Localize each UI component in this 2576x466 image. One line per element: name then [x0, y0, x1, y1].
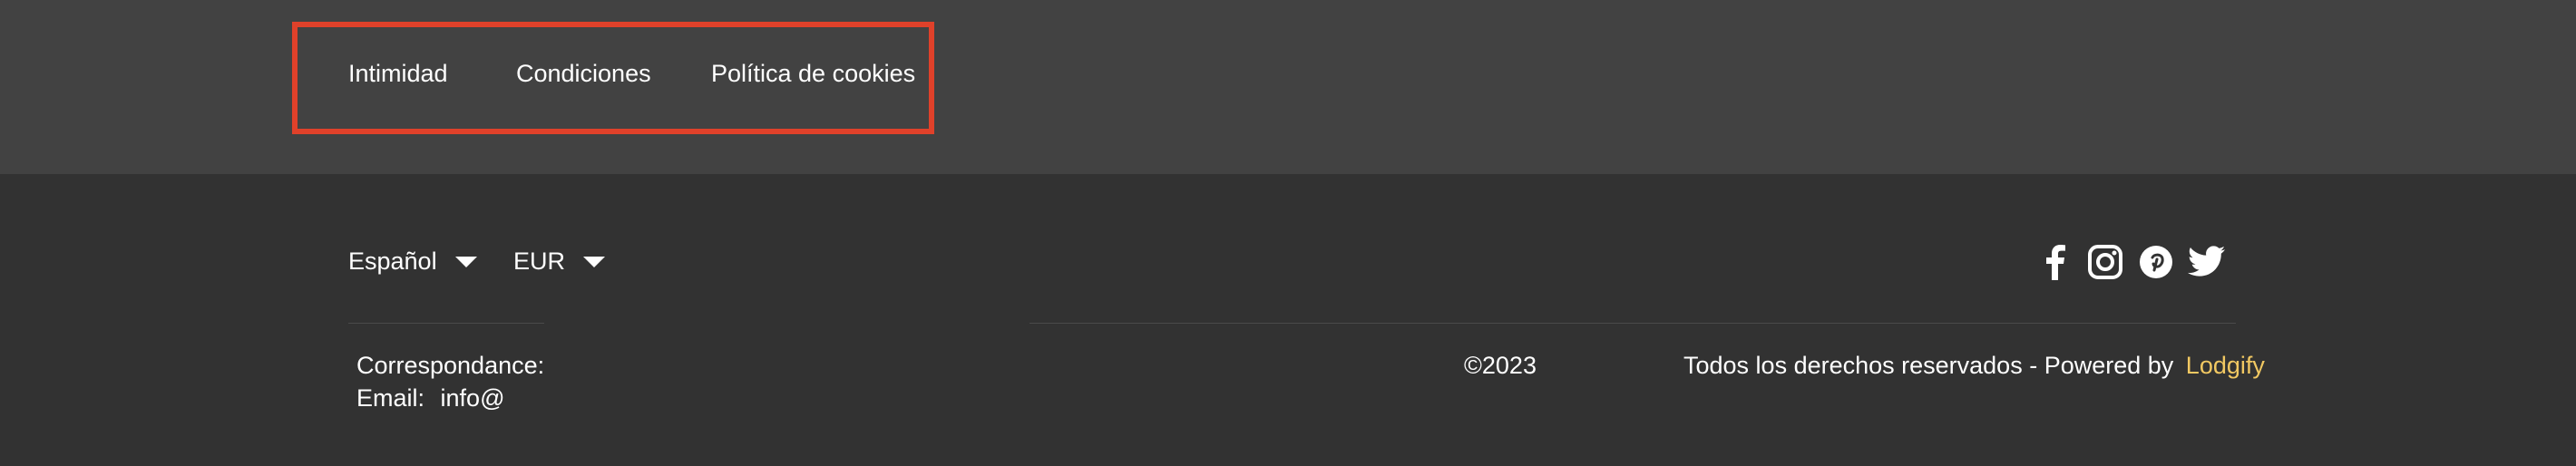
rights-text: Todos los derechos reservados - Powered … [1683, 352, 2265, 380]
pinterest-icon[interactable] [2137, 243, 2175, 281]
privacy-link[interactable]: Intimidad [348, 60, 448, 88]
rights-label: Todos los derechos reservados - Powered … [1683, 352, 2174, 379]
currency-selector[interactable]: EUR [513, 248, 606, 276]
chevron-down-icon [454, 256, 477, 267]
terms-link[interactable]: Condiciones [516, 60, 651, 88]
email-label: Email: [356, 384, 425, 412]
twitter-icon[interactable] [2188, 243, 2226, 281]
divider-left [348, 323, 544, 324]
lodgify-link[interactable]: Lodgify [2186, 352, 2265, 379]
correspondance-label: Correspondance: [356, 352, 545, 379]
legal-nav-band: Intimidad Condiciones Política de cookie… [0, 0, 2576, 174]
language-selector[interactable]: Español [348, 248, 477, 276]
social-links [2035, 243, 2226, 281]
facebook-icon[interactable] [2035, 243, 2073, 281]
instagram-icon[interactable] [2086, 243, 2124, 281]
currency-label: EUR [513, 248, 566, 275]
copyright: ©2023 [1464, 352, 1537, 379]
cookie-policy-link[interactable]: Política de cookies [711, 60, 915, 88]
divider-right [1029, 323, 2236, 324]
email-row: Email: info@ [356, 384, 504, 413]
footer [0, 174, 2576, 466]
chevron-down-icon [583, 256, 606, 267]
language-label: Español [348, 248, 437, 275]
email-value[interactable]: info@ [441, 384, 505, 412]
